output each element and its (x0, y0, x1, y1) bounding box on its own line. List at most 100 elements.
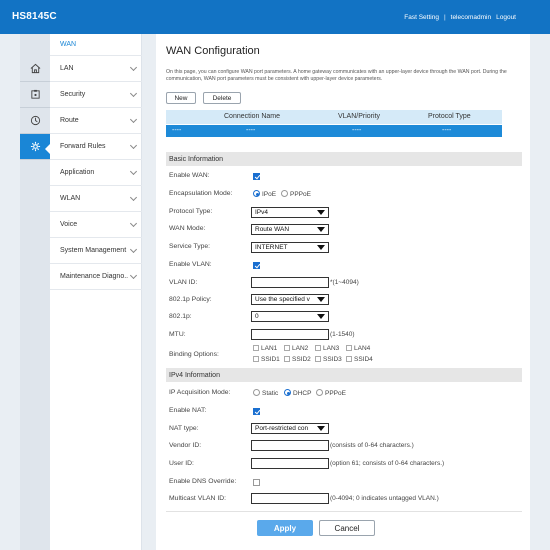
enable-nat-checkbox[interactable] (253, 408, 260, 415)
checkbox-icon (284, 345, 290, 351)
protocol-type-select[interactable]: IPv4 (251, 207, 329, 218)
binding-ssid3[interactable]: SSID3 (315, 356, 342, 363)
page-description: On this page, you can configure WAN port… (166, 69, 507, 82)
sidebar-item-label: Route (60, 117, 79, 124)
binding-ssid1[interactable]: SSID1 (253, 356, 280, 363)
binding-lan2[interactable]: LAN2 (284, 345, 308, 352)
option-label: LAN3 (323, 345, 340, 352)
mtu-input[interactable] (251, 329, 329, 340)
vendor-id-input[interactable] (251, 440, 329, 451)
sidebar-item-voice[interactable]: Voice (50, 212, 142, 238)
checkbox-icon (346, 345, 352, 351)
sidebar-subitem-wan[interactable]: WAN (50, 34, 142, 56)
fast-setting-link[interactable]: Fast Setting (404, 14, 439, 21)
table-cell: ---- (172, 127, 182, 134)
new-button[interactable]: New (166, 92, 196, 104)
top-links: Fast Setting | telecomadmin Logout (404, 14, 516, 21)
policy-select[interactable]: Use the specified v (251, 294, 329, 305)
binding-label: Binding Options: (169, 351, 219, 358)
table-cell: ---- (246, 127, 256, 134)
basic-info-section: Basic Information (166, 152, 522, 166)
sidebar-item-label: Application (60, 169, 95, 176)
dns-override-label: Enable DNS Override: (169, 478, 237, 485)
apply-button[interactable]: Apply (257, 520, 313, 536)
sidebar-item-wlan[interactable]: WLAN (50, 186, 142, 212)
chevron-down-icon (129, 193, 138, 202)
radio-icon (281, 190, 288, 197)
sidebar-item-lan[interactable]: LAN (50, 56, 142, 82)
checkbox-icon (315, 356, 321, 362)
sidebar-item-label: Security (60, 91, 86, 98)
sidebar-item-label: LAN (60, 65, 74, 72)
sidebar-item-application[interactable]: Application (50, 160, 142, 186)
dropdown-arrow-icon (317, 245, 325, 250)
enable-wan-checkbox[interactable] (253, 173, 260, 180)
option-label: Static (262, 390, 279, 397)
network-icon[interactable] (20, 82, 50, 108)
main-panel: WAN Configuration On this page, you can … (156, 34, 530, 550)
binding-lan1[interactable]: LAN1 (253, 345, 277, 352)
encapsulation-ipoe-option[interactable]: IPoE (253, 190, 276, 198)
protocol-type-label: Protocol Type: (169, 208, 213, 215)
delete-button[interactable]: Delete (203, 92, 241, 104)
service-type-select[interactable]: INTERNET (251, 242, 329, 253)
table-row[interactable]: ---- ---- ---- ---- (166, 125, 502, 137)
security-icon[interactable] (20, 108, 50, 134)
multicast-vlan-input[interactable] (251, 493, 329, 504)
binding-ssid2[interactable]: SSID2 (284, 356, 311, 363)
service-type-label: Service Type: (169, 243, 211, 250)
logout-link[interactable]: Logout (496, 14, 516, 21)
chevron-down-icon (129, 167, 138, 176)
option-label: SSID3 (323, 356, 342, 363)
binding-ssid4[interactable]: SSID4 (346, 356, 373, 363)
sidebar-item-system-management[interactable]: System Management (50, 238, 142, 264)
dropdown-arrow-icon (317, 314, 325, 319)
page-title: WAN Configuration (166, 45, 260, 57)
chevron-down-icon (129, 115, 138, 124)
radio-icon (253, 389, 260, 396)
option-label: SSID1 (261, 356, 280, 363)
chevron-down-icon (129, 245, 138, 254)
chevron-down-icon (129, 63, 138, 72)
option-label: IPoE (262, 191, 277, 198)
p8021-select[interactable]: 0 (251, 311, 329, 322)
binding-lan3[interactable]: LAN3 (315, 345, 339, 352)
cancel-button[interactable]: Cancel (319, 520, 375, 536)
home-icon[interactable] (20, 56, 50, 82)
dns-override-checkbox[interactable] (253, 479, 260, 486)
dropdown-arrow-icon (317, 210, 325, 215)
wan-mode-select[interactable]: Route WAN (251, 224, 329, 235)
nat-type-select[interactable]: Port-restricted con (251, 423, 329, 434)
acquisition-static-option[interactable]: Static (253, 389, 278, 397)
vlan-id-input[interactable] (251, 277, 329, 288)
sidebar-item-route[interactable]: Route (50, 108, 142, 134)
sidebar-item-security[interactable]: Security (50, 82, 142, 108)
select-value: Port-restricted con (255, 425, 309, 432)
select-value: Route WAN (255, 226, 290, 233)
option-label: SSID2 (292, 356, 311, 363)
user-id-input[interactable] (251, 458, 329, 469)
sidebar-item-forward-rules[interactable]: Forward Rules (50, 134, 142, 160)
chevron-down-icon (129, 141, 138, 150)
column-header: Protocol Type (428, 113, 471, 120)
enable-wan-label: Enable WAN: (169, 172, 210, 179)
select-value: Use the specified v (255, 296, 310, 303)
brand-name: HS8145C (12, 11, 57, 22)
binding-lan4[interactable]: LAN4 (346, 345, 370, 352)
radio-selected-icon (253, 190, 260, 197)
encapsulation-label: Encapsulation Mode: (169, 190, 233, 197)
p8021-label: 802.1p: (169, 313, 192, 320)
encapsulation-pppoe-option[interactable]: PPPoE (281, 190, 311, 198)
mtu-label: MTU: (169, 331, 186, 338)
acquisition-pppoe-option[interactable]: PPPoE (316, 389, 346, 397)
sidebar-item-maintenance[interactable]: Maintenance Diagno.. (50, 264, 142, 290)
chevron-down-icon (129, 89, 138, 98)
option-label: SSID4 (354, 356, 373, 363)
policy-label: 802.1p Policy: (169, 296, 212, 303)
enable-vlan-checkbox[interactable] (253, 262, 260, 269)
checkbox-icon (253, 345, 259, 351)
user-link[interactable]: telecomadmin (451, 14, 491, 21)
wan-table-header: Connection Name VLAN/Priority Protocol T… (166, 110, 502, 124)
acquisition-dhcp-option[interactable]: DHCP (284, 389, 311, 397)
option-label: DHCP (293, 390, 312, 397)
